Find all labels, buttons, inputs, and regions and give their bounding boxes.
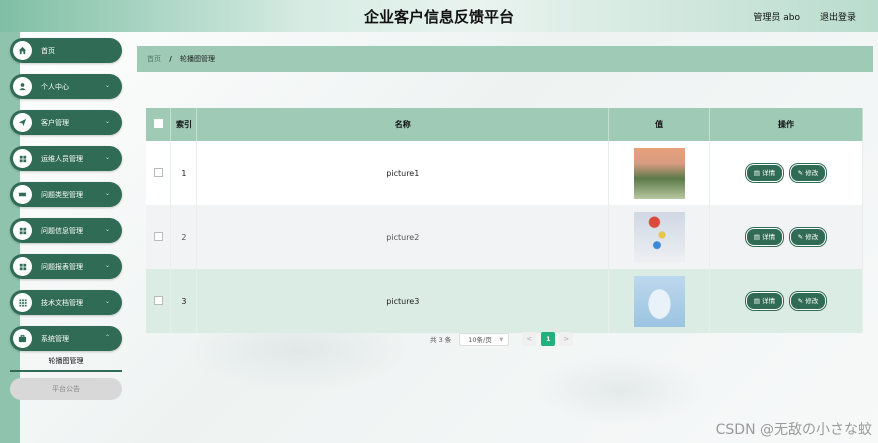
pagination-total: 共 3 条 [430, 336, 452, 344]
edit-icon: ✎ [797, 297, 804, 305]
sidebar-item-label: 运维人员管理 [41, 154, 83, 163]
breadcrumb-separator: / [169, 55, 172, 63]
page-number-button[interactable]: 1 [541, 332, 556, 346]
column-header-name: 名称 [196, 108, 610, 141]
ticket-icon [13, 185, 32, 204]
sidebar-item-personal-center[interactable]: 个人中心 ⌄ [10, 74, 122, 99]
sidebar-item-label: 问题信息管理 [41, 226, 83, 235]
detail-button[interactable]: ▤ 详情 [745, 292, 784, 310]
chevron-down-icon: ⌄ [104, 190, 110, 197]
home-icon [13, 41, 32, 60]
submenu-item-platform-notice[interactable]: 平台公告 [10, 378, 122, 400]
chevron-down-icon: ⌄ [104, 226, 110, 233]
row-checkbox[interactable] [153, 231, 163, 241]
apps-icon [13, 293, 32, 312]
watermark: CSDN @无敌の小さな蚊 [715, 422, 872, 438]
edit-button[interactable]: ✎ 修改 [789, 292, 827, 310]
sidebar-item-label: 问题报表管理 [41, 262, 83, 271]
grid-icon [13, 257, 32, 276]
detail-button[interactable]: ▤ 详情 [745, 164, 784, 182]
row-name: picture1 [196, 141, 610, 205]
briefcase-icon [13, 329, 32, 348]
logout-link[interactable]: 退出登录 [820, 10, 856, 23]
sidebar-item-label: 问题类型管理 [41, 190, 83, 199]
row-index: 2 [170, 205, 198, 269]
breadcrumb: 首页 / 轮播图管理 [137, 46, 873, 72]
chevron-down-icon: ⌄ [104, 154, 110, 161]
next-page-button[interactable]: > [559, 332, 574, 346]
breadcrumb-home-link[interactable]: 首页 [147, 55, 161, 63]
chevron-down-icon: ⌄ [104, 298, 110, 305]
chevron-down-icon: ▼ [499, 336, 504, 343]
sidebar-item-label: 个人中心 [41, 82, 69, 91]
detail-icon: ▤ [753, 169, 761, 177]
row-index: 1 [170, 141, 198, 205]
breadcrumb-current: 轮播图管理 [180, 55, 216, 63]
edit-button[interactable]: ✎ 修改 [789, 164, 827, 182]
chevron-up-icon: ⌃ [104, 334, 110, 341]
sidebar-item-home[interactable]: 首页 [10, 38, 122, 63]
chevron-down-icon: ⌄ [104, 82, 110, 89]
row-name: picture2 [196, 205, 610, 269]
sidebar-item-system-management[interactable]: 系统管理 ⌃ [10, 326, 122, 351]
thumbnail-image [633, 275, 685, 327]
sidebar-item-customer-management[interactable]: 客户管理 ⌄ [10, 110, 122, 135]
sidebar-item-label: 客户管理 [41, 118, 69, 127]
sidebar-item-ops-staff-management[interactable]: 运维人员管理 ⌄ [10, 146, 122, 171]
chevron-down-icon: ⌄ [104, 262, 110, 269]
sidebar: 首页 个人中心 ⌄ 客户管理 ⌄ 运维人员管理 ⌄ 问题类型管理 ⌄ 问题信息管… [10, 38, 122, 400]
row-checkbox[interactable] [153, 295, 163, 305]
edit-icon: ✎ [797, 233, 804, 241]
sidebar-item-issue-report-management[interactable]: 问题报表管理 ⌄ [10, 254, 122, 279]
prev-page-button[interactable]: < [522, 332, 537, 346]
detail-icon: ▤ [753, 233, 761, 241]
grid-icon [13, 221, 32, 240]
page-size-select[interactable]: 10条/页 ▼ [459, 332, 510, 346]
sidebar-item-issue-info-management[interactable]: 问题信息管理 ⌄ [10, 218, 122, 243]
current-user-label: 管理员 abo [753, 13, 800, 23]
edit-button[interactable]: ✎ 修改 [789, 228, 827, 246]
row-name: picture3 [196, 269, 610, 333]
sidebar-item-label: 首页 [41, 46, 55, 55]
row-index: 3 [170, 269, 198, 333]
app-title: 企业客户信息反馈平台 [363, 8, 514, 26]
detail-icon: ▤ [753, 297, 761, 305]
data-table: 索引 名称 值 操作 1 picture1 ▤ 详情 ✎ 修改 2 pictur… [146, 108, 863, 333]
pagination: 共 3 条 10条/页 ▼ < 1 > [430, 332, 574, 346]
column-header-index: 索引 [170, 108, 198, 141]
top-bar: 企业客户信息反馈平台 管理员 abo 退出登录 [0, 0, 878, 32]
table-row: 3 picture3 ▤ 详情 ✎ 修改 [146, 269, 863, 333]
select-all-checkbox-cell [146, 108, 172, 141]
thumbnail-image [633, 147, 685, 199]
column-header-value: 值 [608, 108, 711, 141]
sidebar-item-label: 系统管理 [41, 334, 69, 343]
table-row: 1 picture1 ▤ 详情 ✎ 修改 [146, 141, 863, 205]
sidebar-item-label: 技术文档管理 [41, 298, 83, 307]
row-checkbox[interactable] [153, 167, 163, 177]
table-row: 2 picture2 ▤ 详情 ✎ 修改 [146, 205, 863, 269]
chevron-down-icon: ⌄ [104, 118, 110, 125]
send-icon [13, 113, 32, 132]
sidebar-item-issue-type-management[interactable]: 问题类型管理 ⌄ [10, 182, 122, 207]
column-header-actions: 操作 [709, 108, 863, 141]
select-all-checkbox[interactable] [153, 119, 163, 128]
grid-icon [13, 149, 32, 168]
sidebar-item-tech-doc-management[interactable]: 技术文档管理 ⌄ [10, 290, 122, 315]
edit-icon: ✎ [797, 169, 804, 177]
detail-button[interactable]: ▤ 详情 [745, 228, 784, 246]
thumbnail-image [633, 211, 685, 263]
submenu-item-carousel-management[interactable]: 轮播图管理 [10, 353, 122, 372]
user-icon [13, 77, 32, 96]
